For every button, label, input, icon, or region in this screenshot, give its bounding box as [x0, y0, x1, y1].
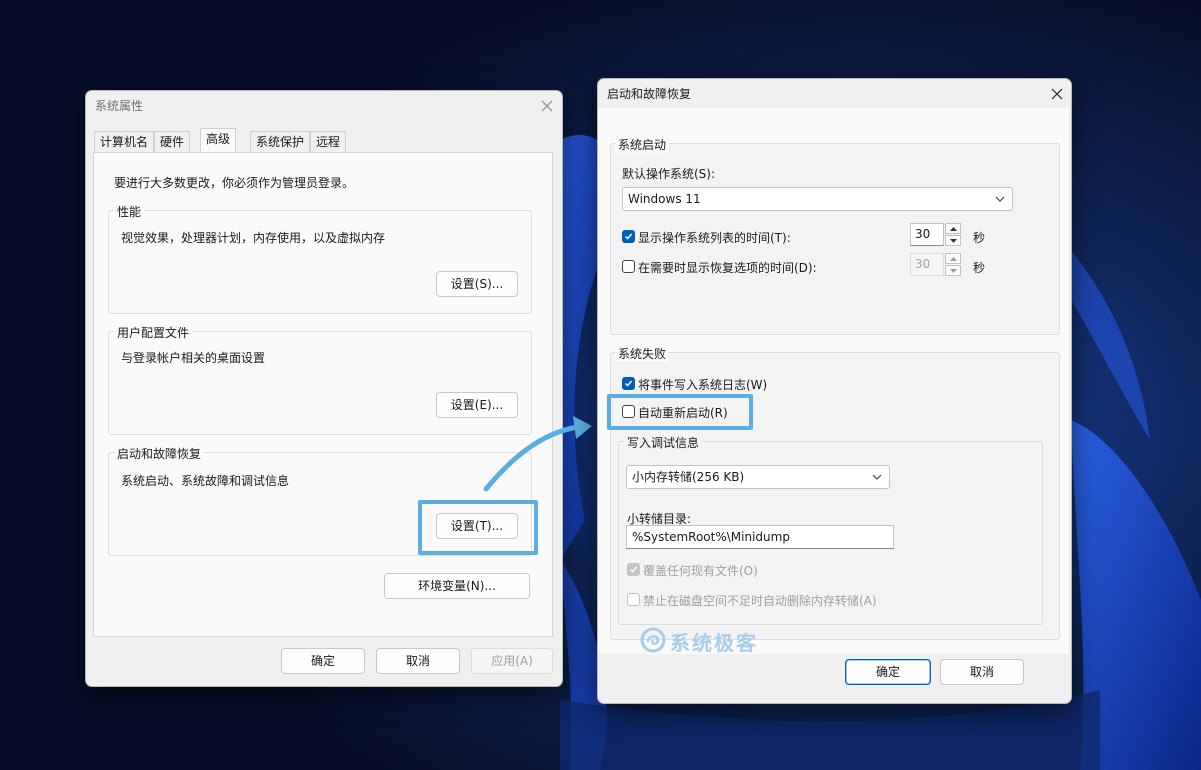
tab-label: 计算机名 [100, 135, 149, 149]
show-recovery-seconds-input[interactable]: 30 [910, 253, 944, 276]
tab-computer-name[interactable]: 计算机名 [94, 131, 155, 153]
performance-settings-button[interactable]: 设置(S)... [436, 271, 518, 297]
default-os-select[interactable]: Windows 11 [622, 187, 1013, 211]
group-label-system-failure: 系统失败 [615, 345, 670, 362]
close-button[interactable] [536, 95, 558, 117]
show-recovery-label: 在需要时显示恢复选项的时间(D): [638, 261, 817, 275]
tab-label: 远程 [316, 135, 341, 149]
system-properties-titlebar[interactable]: 系统属性 [86, 91, 562, 121]
group-label-system-startup: 系统启动 [615, 136, 670, 153]
select-value: Windows 11 [628, 192, 701, 206]
dialog-title: 启动和故障恢复 [607, 87, 692, 101]
tab-label: 高级 [206, 132, 231, 146]
overwrite-checkbox[interactable] [627, 563, 640, 576]
chevron-up-icon [950, 227, 957, 231]
pointer-arrow-icon [483, 416, 592, 492]
startup-recovery-titlebar[interactable]: 启动和故障恢复 [598, 79, 1071, 109]
spin-down-button[interactable] [945, 235, 961, 246]
ok-button[interactable]: 确定 [281, 648, 365, 674]
write-event-checkbox[interactable] [622, 377, 635, 390]
spin-up-button[interactable] [945, 253, 961, 264]
disable-auto-delete-label: 禁止在磁盘空间不足时自动删除内存转储(A) [643, 594, 877, 608]
dump-type-select[interactable]: 小内存转储(256 KB) [626, 465, 890, 489]
admin-notice: 要进行大多数更改，你必须作为管理员登录。 [114, 176, 355, 190]
show-os-list-spinner[interactable] [945, 223, 961, 246]
performance-group [108, 210, 532, 314]
environment-variables-button[interactable]: 环境变量(N)... [384, 573, 530, 599]
performance-description: 视觉效果，处理器计划，内存使用，以及虚拟内存 [121, 231, 386, 245]
chevron-down-icon [995, 196, 1005, 202]
cancel-button[interactable]: 取消 [940, 659, 1024, 685]
group-label-performance: 性能 [114, 203, 145, 220]
tab-system-protection[interactable]: 系统保护 [250, 131, 311, 153]
chevron-down-icon [950, 239, 957, 243]
check-icon [629, 566, 638, 573]
chevron-up-icon [950, 257, 957, 261]
seconds-unit-label: 秒 [973, 231, 986, 245]
user-profiles-group [108, 331, 532, 435]
cancel-button[interactable]: 取消 [376, 648, 460, 674]
close-icon [541, 100, 553, 112]
close-button[interactable] [1046, 83, 1068, 105]
show-recovery-spinner[interactable] [945, 253, 961, 276]
highlight-box-settings [418, 500, 538, 555]
group-label-debug-info: 写入调试信息 [624, 434, 703, 451]
sysgeek-logo-icon [640, 627, 666, 653]
write-event-label: 将事件写入系统日志(W) [638, 378, 768, 392]
select-value: 小内存转储(256 KB) [632, 470, 745, 484]
group-label-startup-recovery: 启动和故障恢复 [114, 445, 205, 462]
spin-up-button[interactable] [945, 223, 961, 234]
ok-button[interactable]: 确定 [845, 659, 931, 685]
seconds-unit-label: 秒 [973, 261, 986, 275]
overwrite-label: 覆盖任何现有文件(O) [643, 564, 758, 578]
user-profiles-description: 与登录帐户相关的桌面设置 [121, 351, 266, 365]
chevron-down-icon [872, 474, 882, 480]
spin-down-button[interactable] [945, 265, 961, 276]
close-icon [1051, 88, 1063, 100]
tab-label: 硬件 [160, 135, 185, 149]
tab-advanced[interactable]: 高级 [200, 128, 237, 152]
show-recovery-checkbox[interactable] [622, 260, 635, 273]
tab-label: 系统保护 [256, 135, 305, 149]
tab-remote[interactable]: 远程 [310, 131, 347, 153]
show-os-list-checkbox[interactable] [622, 230, 635, 243]
dump-dir-input[interactable]: %SystemRoot%\Minidump [626, 525, 894, 549]
startup-recovery-description: 系统启动、系统故障和调试信息 [121, 474, 290, 488]
show-os-list-seconds-input[interactable]: 30 [910, 223, 944, 246]
tab-hardware[interactable]: 硬件 [154, 131, 191, 153]
highlight-box-auto-restart [607, 394, 753, 430]
watermark-text: 系统极客 [670, 631, 758, 655]
disable-auto-delete-checkbox[interactable] [627, 593, 640, 606]
check-icon [624, 233, 633, 240]
apply-button[interactable]: 应用(A) [471, 648, 553, 674]
check-icon [624, 380, 633, 387]
group-label-user-profiles: 用户配置文件 [114, 324, 193, 341]
show-os-list-label: 显示操作系统列表的时间(T): [638, 231, 791, 245]
dialog-title: 系统属性 [95, 99, 144, 113]
chevron-down-icon [950, 269, 957, 273]
default-os-label: 默认操作系统(S): [622, 167, 716, 181]
